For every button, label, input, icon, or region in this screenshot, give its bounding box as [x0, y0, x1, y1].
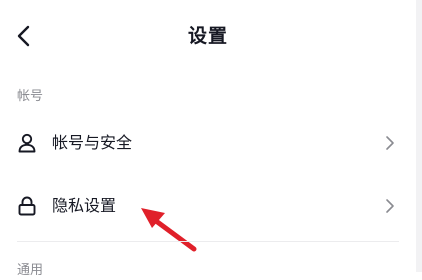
page-title: 设置 [187, 25, 228, 47]
lock-icon [16, 195, 38, 217]
right-edge-strip [416, 0, 422, 272]
chevron-right-icon [384, 197, 396, 215]
header-bar: 设置 [0, 0, 416, 72]
menu-item-account-security[interactable]: 帐号与安全 [0, 115, 416, 171]
section-divider [17, 241, 399, 242]
menu-item-privacy-settings[interactable]: 隐私设置 [0, 178, 416, 234]
menu-item-label: 隐私设置 [52, 196, 117, 215]
user-icon [16, 132, 38, 154]
section-label-account: 帐号 [17, 89, 44, 104]
chevron-right-icon [384, 134, 396, 152]
red-arrow-annotation [141, 208, 197, 252]
section-label-general: 通用 [17, 263, 44, 278]
menu-item-label: 帐号与安全 [52, 133, 133, 152]
